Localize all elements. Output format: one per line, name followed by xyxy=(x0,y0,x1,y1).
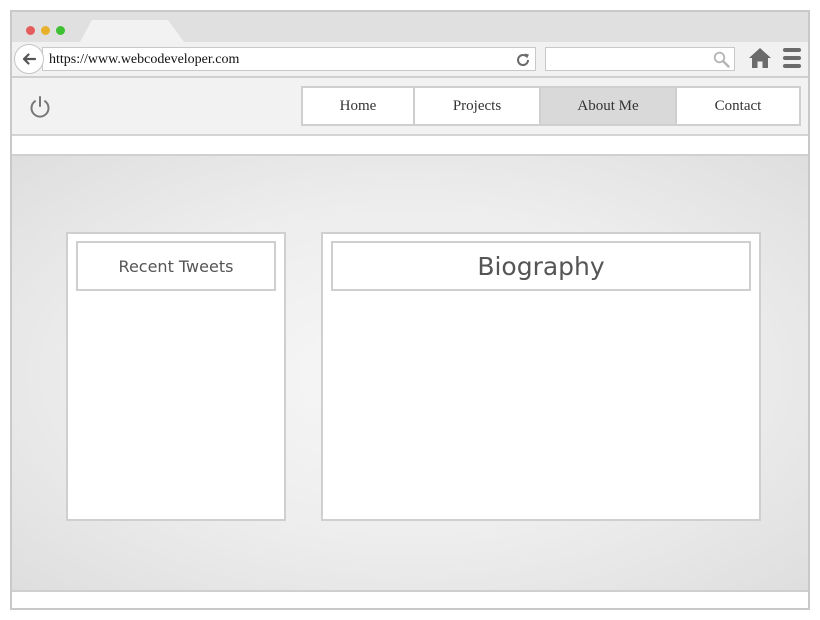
biography-title: Biography xyxy=(331,241,751,291)
minimize-window-dot[interactable] xyxy=(41,26,50,35)
sub-header-strip xyxy=(12,136,808,156)
browser-tab[interactable] xyxy=(80,20,184,42)
address-bar: https://www.webcodeveloper.com xyxy=(12,42,808,78)
reload-icon[interactable] xyxy=(515,52,531,68)
main-content: Recent Tweets Biography xyxy=(12,156,808,590)
nav-home[interactable]: Home xyxy=(303,88,415,124)
url-text[interactable]: https://www.webcodeveloper.com xyxy=(49,52,239,68)
arrow-left-icon xyxy=(22,53,37,65)
power-icon[interactable] xyxy=(28,95,52,119)
close-window-dot[interactable] xyxy=(26,26,35,35)
recent-tweets-panel: Recent Tweets xyxy=(66,232,286,521)
site-footer xyxy=(12,590,808,608)
search-input[interactable] xyxy=(546,48,706,70)
search-box[interactable] xyxy=(545,47,735,71)
browser-window: https://www.webcodeveloper.com Home Proj… xyxy=(10,10,810,610)
main-nav: Home Projects About Me Contact xyxy=(301,86,801,126)
nav-projects[interactable]: Projects xyxy=(415,88,541,124)
maximize-window-dot[interactable] xyxy=(56,26,65,35)
search-icon[interactable] xyxy=(713,51,730,68)
biography-panel: Biography xyxy=(321,232,761,521)
hamburger-menu-icon[interactable] xyxy=(782,47,802,69)
url-field[interactable]: https://www.webcodeveloper.com xyxy=(42,47,536,71)
home-icon[interactable] xyxy=(749,47,771,69)
back-button[interactable] xyxy=(14,44,44,74)
browser-titlebar xyxy=(12,12,808,42)
nav-contact[interactable]: Contact xyxy=(677,88,799,124)
site-header: Home Projects About Me Contact xyxy=(12,78,808,136)
nav-about-me[interactable]: About Me xyxy=(541,88,677,124)
recent-tweets-title: Recent Tweets xyxy=(76,241,276,291)
